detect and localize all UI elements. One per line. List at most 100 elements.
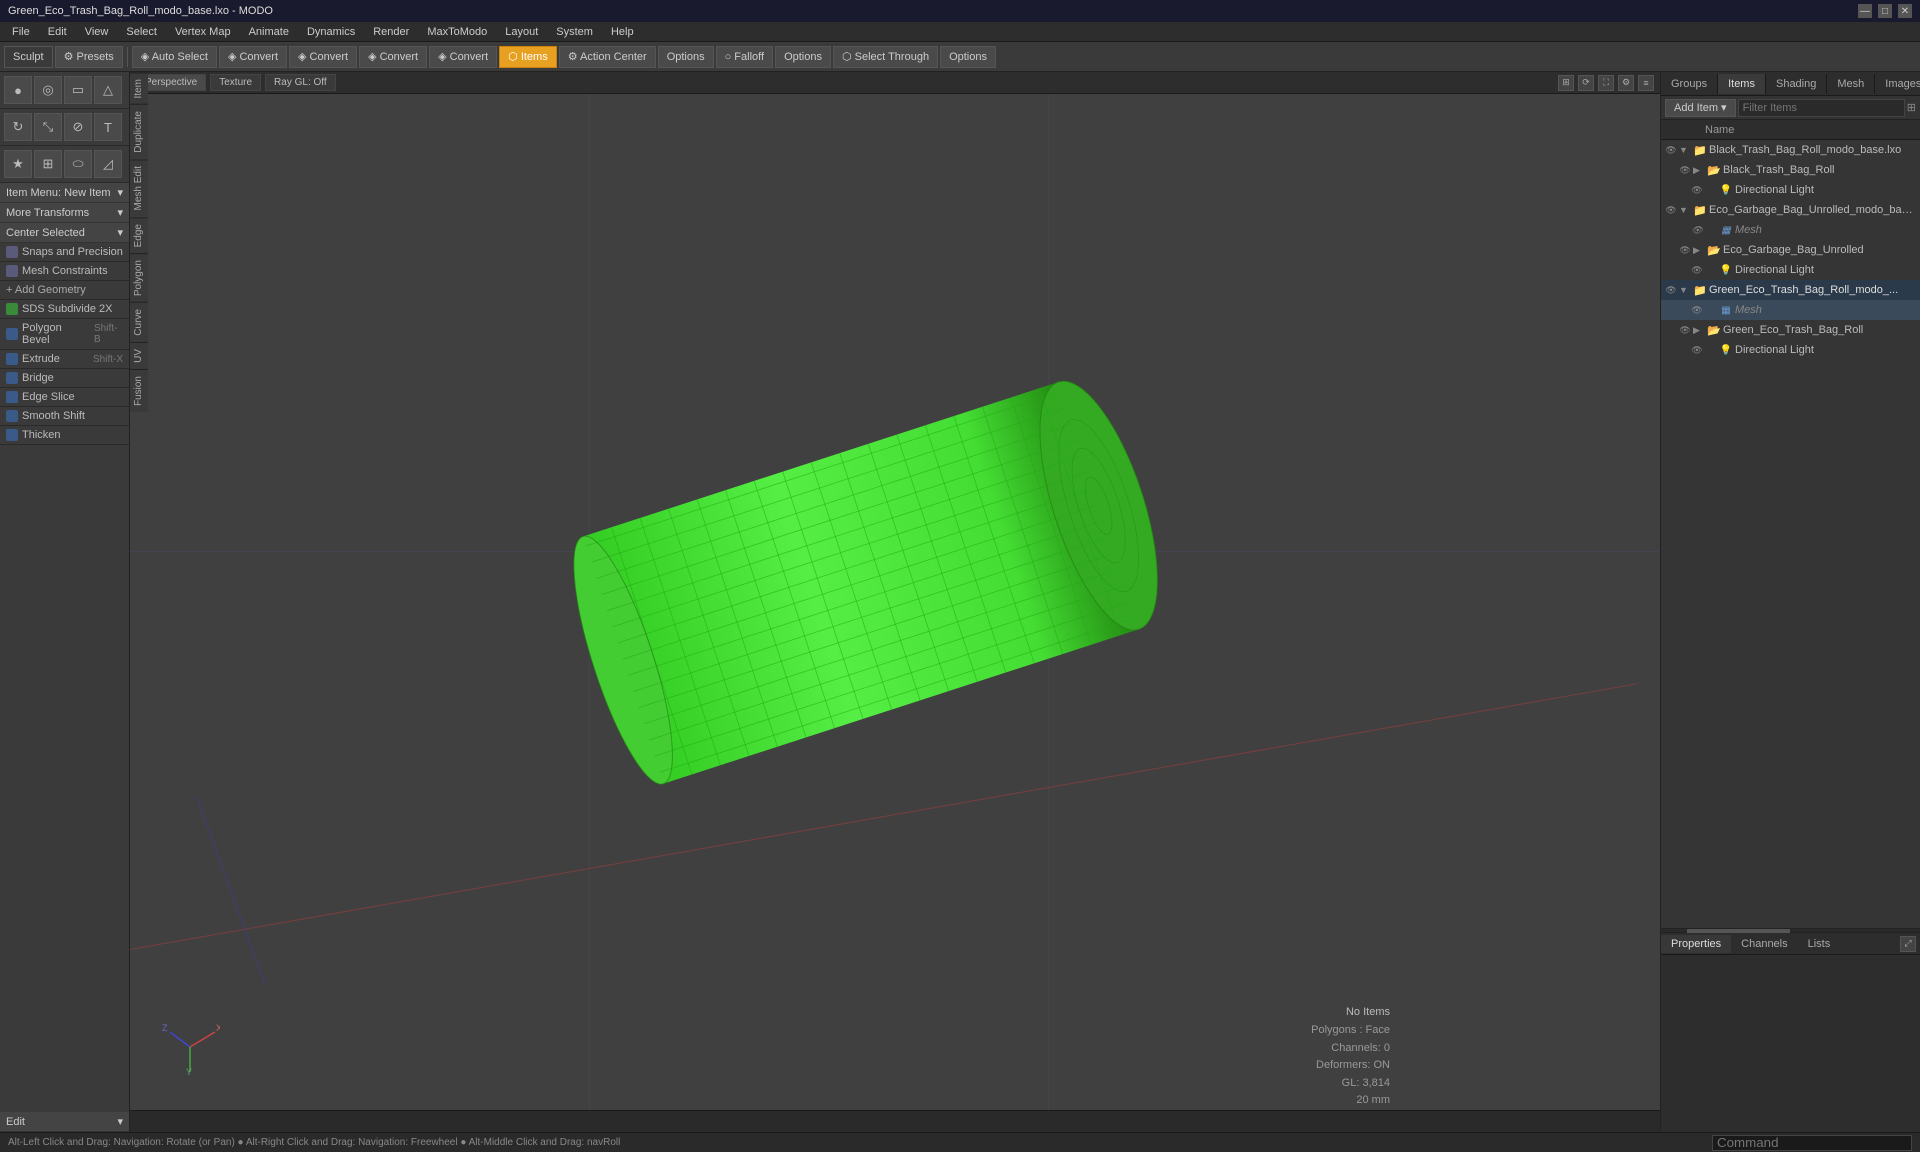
- convert-button-4[interactable]: ◈ Convert: [429, 46, 497, 68]
- convert-button-1[interactable]: ◈ Convert: [219, 46, 287, 68]
- options-button-3[interactable]: Options: [940, 46, 996, 68]
- side-tab-mesh-edit[interactable]: Mesh Edit: [130, 159, 148, 216]
- menu-vertex-map[interactable]: Vertex Map: [167, 24, 239, 40]
- vp-icon-4[interactable]: ⚙: [1618, 75, 1634, 91]
- expand-4[interactable]: ▼: [1679, 205, 1691, 215]
- tab-properties[interactable]: Properties: [1661, 935, 1731, 953]
- vp-icon-1[interactable]: ⊞: [1558, 75, 1574, 91]
- sds-subdivide-button[interactable]: SDS Subdivide 2X: [0, 300, 129, 319]
- items-button[interactable]: ⬡ Items: [499, 46, 557, 68]
- edge-slice-button[interactable]: Edge Slice: [0, 388, 129, 407]
- menu-help[interactable]: Help: [603, 24, 642, 40]
- tab-shading[interactable]: Shading: [1766, 74, 1827, 94]
- group-eco-garbage-bag-unrolled[interactable]: 👁 ▶ 📂 Eco_Garbage_Bag_Unrolled: [1661, 240, 1920, 260]
- side-tab-fusion[interactable]: Fusion: [130, 369, 148, 412]
- expand-10[interactable]: ▶: [1693, 325, 1705, 336]
- viewport-raygl-tab[interactable]: Ray GL: Off: [265, 74, 336, 91]
- convert-button-3[interactable]: ◈ Convert: [359, 46, 427, 68]
- directional-light-1[interactable]: 👁 💡 Directional Light: [1661, 180, 1920, 200]
- expand-2[interactable]: ▶: [1693, 165, 1705, 176]
- menu-animate[interactable]: Animate: [241, 24, 297, 40]
- directional-light-3[interactable]: 👁 💡 Directional Light: [1661, 340, 1920, 360]
- rotate-tool[interactable]: ↻: [4, 113, 32, 141]
- menu-view[interactable]: View: [77, 24, 117, 40]
- mesh-constraints-button[interactable]: Mesh Constraints: [0, 262, 129, 281]
- eye-icon-4[interactable]: 👁: [1663, 202, 1679, 218]
- close-button[interactable]: ✕: [1898, 4, 1912, 18]
- directional-light-2[interactable]: 👁 💡 Directional Light: [1661, 260, 1920, 280]
- tab-groups[interactable]: Groups: [1661, 74, 1718, 94]
- items-filter-input[interactable]: [1738, 99, 1905, 117]
- presets-button[interactable]: ⚙ Presets: [55, 46, 123, 68]
- shear-tool[interactable]: ⊘: [64, 113, 92, 141]
- eye-icon-11[interactable]: 👁: [1689, 342, 1705, 358]
- wedge-tool[interactable]: ◿: [94, 150, 122, 178]
- menu-file[interactable]: File: [4, 24, 38, 40]
- options-button-2[interactable]: Options: [775, 46, 831, 68]
- capsule-tool[interactable]: ⬭: [64, 150, 92, 178]
- eye-icon-3[interactable]: 👁: [1689, 182, 1705, 198]
- expand-6[interactable]: ▶: [1693, 245, 1705, 256]
- vp-icon-5[interactable]: ≡: [1638, 75, 1654, 91]
- viewport-canvas[interactable]: X Z Y: [130, 94, 1660, 1110]
- scene-green-trash-bag[interactable]: 👁 ▼ 📁 Green_Eco_Trash_Bag_Roll_modo_...: [1661, 280, 1920, 300]
- add-item-button[interactable]: Add Item ▾: [1665, 99, 1736, 117]
- item-menu-dropdown[interactable]: Item Menu: New Item ▾: [0, 183, 129, 203]
- smooth-shift-button[interactable]: Smooth Shift: [0, 407, 129, 426]
- extrude-button[interactable]: Extrude Shift-X: [0, 350, 129, 369]
- group-green-eco-trash-bag-roll[interactable]: 👁 ▶ 📂 Green_Eco_Trash_Bag_Roll: [1661, 320, 1920, 340]
- eye-icon-6[interactable]: 👁: [1677, 242, 1693, 258]
- eye-icon-9[interactable]: 👁: [1689, 302, 1705, 318]
- menu-layout[interactable]: Layout: [497, 24, 546, 40]
- thicken-button[interactable]: Thicken: [0, 426, 129, 445]
- mesh-green-trash-bag[interactable]: 👁 ▦ Mesh: [1661, 300, 1920, 320]
- vp-icon-3[interactable]: ⛶: [1598, 75, 1614, 91]
- more-transforms-dropdown[interactable]: More Transforms ▾: [0, 203, 129, 223]
- items-scrollbar-area[interactable]: [1661, 928, 1920, 932]
- side-tab-curve[interactable]: Curve: [130, 302, 148, 342]
- tab-items[interactable]: Items: [1718, 74, 1766, 94]
- viewport-texture-tab[interactable]: Texture: [210, 74, 261, 91]
- scene-eco-garbage-bag[interactable]: 👁 ▼ 📁 Eco_Garbage_Bag_Unrolled_modo_base…: [1661, 200, 1920, 220]
- side-tab-uv[interactable]: UV: [130, 342, 148, 369]
- eye-icon-10[interactable]: 👁: [1677, 322, 1693, 338]
- torus-tool[interactable]: ◎: [34, 76, 62, 104]
- convert-button-2[interactable]: ◈ Convert: [289, 46, 357, 68]
- command-input[interactable]: [1712, 1135, 1912, 1151]
- maximize-button[interactable]: □: [1878, 4, 1892, 18]
- menu-edit[interactable]: Edit: [40, 24, 75, 40]
- tab-images[interactable]: Images: [1875, 74, 1920, 94]
- vp-icon-2[interactable]: ⟳: [1578, 75, 1594, 91]
- side-tab-edge[interactable]: Edge: [130, 217, 148, 253]
- group-black-trash-bag-roll[interactable]: 👁 ▶ 📂 Black_Trash_Bag_Roll: [1661, 160, 1920, 180]
- add-geometry-button[interactable]: + Add Geometry: [0, 281, 129, 300]
- tab-channels[interactable]: Channels: [1731, 935, 1797, 953]
- mesh-eco-garbage[interactable]: 👁 ▦ Mesh: [1661, 220, 1920, 240]
- tab-mesh[interactable]: Mesh: [1827, 74, 1875, 94]
- menu-select[interactable]: Select: [118, 24, 165, 40]
- side-tab-duplicate[interactable]: Duplicate: [130, 104, 148, 159]
- cone-tool[interactable]: △: [94, 76, 122, 104]
- expand-8[interactable]: ▼: [1679, 285, 1691, 295]
- bridge-button[interactable]: Bridge: [0, 369, 129, 388]
- scale-tool[interactable]: ⤡: [34, 113, 62, 141]
- menu-dynamics[interactable]: Dynamics: [299, 24, 363, 40]
- menu-maxtomodo[interactable]: MaxToModo: [419, 24, 495, 40]
- action-center-button[interactable]: ⚙ Action Center: [559, 46, 656, 68]
- window-controls[interactable]: — □ ✕: [1858, 4, 1912, 18]
- side-tab-item[interactable]: Item: [130, 72, 148, 104]
- side-tab-polygon[interactable]: Polygon: [130, 253, 148, 302]
- auto-select-button[interactable]: ◈ Auto Select: [132, 46, 217, 68]
- sculpt-button[interactable]: Sculpt: [4, 46, 53, 68]
- eye-icon-2[interactable]: 👁: [1677, 162, 1693, 178]
- items-list[interactable]: 👁 ▼ 📁 Black_Trash_Bag_Roll_modo_base.lxo…: [1661, 140, 1920, 928]
- center-selected-dropdown[interactable]: Center Selected ▾: [0, 223, 129, 243]
- edit-dropdown[interactable]: Edit ▾: [0, 1112, 129, 1132]
- menu-system[interactable]: System: [548, 24, 601, 40]
- menu-render[interactable]: Render: [365, 24, 417, 40]
- eye-icon-1[interactable]: 👁: [1663, 142, 1679, 158]
- scene-black-trash-bag[interactable]: 👁 ▼ 📁 Black_Trash_Bag_Roll_modo_base.lxo: [1661, 140, 1920, 160]
- tab-lists[interactable]: Lists: [1798, 935, 1841, 953]
- eye-icon-7[interactable]: 👁: [1689, 262, 1705, 278]
- eye-icon-8[interactable]: 👁: [1663, 282, 1679, 298]
